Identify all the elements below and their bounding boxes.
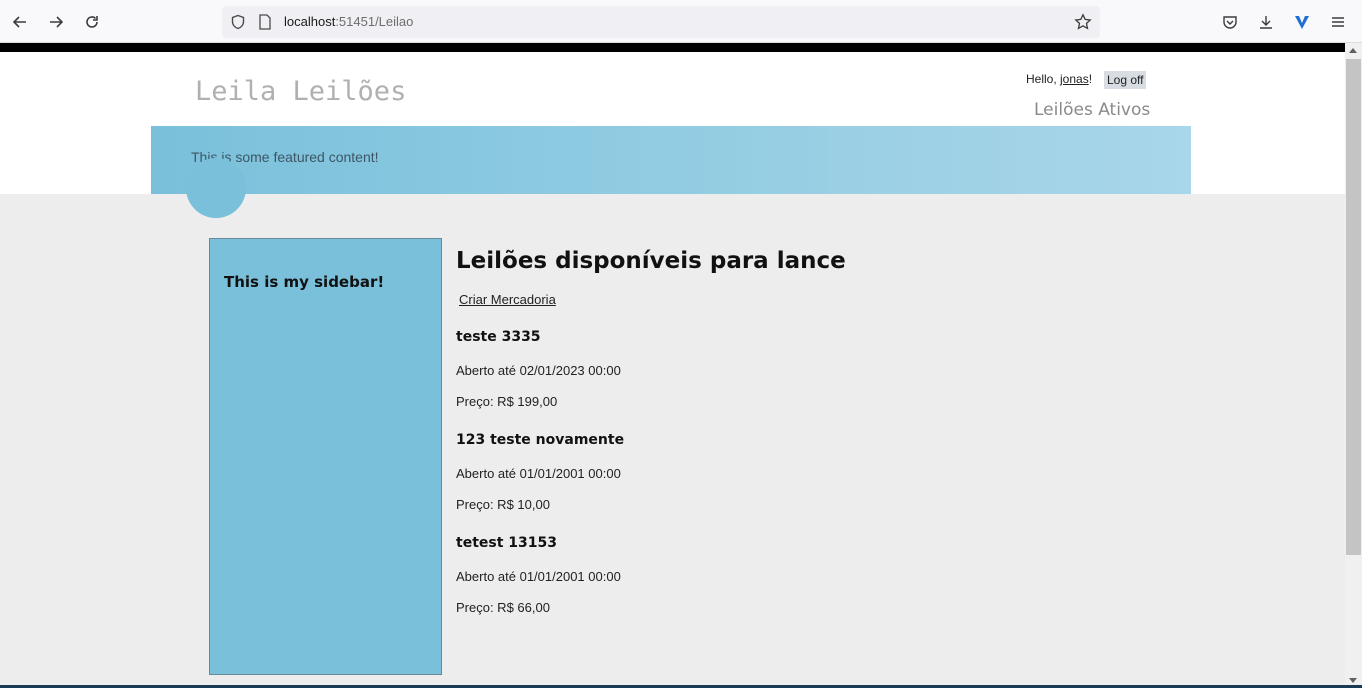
pocket-icon[interactable] bbox=[1219, 11, 1241, 33]
auction-item-date: Aberto até 02/01/2023 00:00 bbox=[456, 363, 621, 378]
logoff-button[interactable]: Log off bbox=[1104, 71, 1147, 89]
bookmark-star-icon[interactable] bbox=[1074, 13, 1092, 35]
login-greeting: Hello, jonas! bbox=[1026, 72, 1092, 86]
url-host: localhost bbox=[284, 14, 336, 29]
sidebar-title: This is my sidebar! bbox=[224, 273, 385, 291]
auction-item-date: Aberto até 01/01/2001 00:00 bbox=[456, 466, 621, 481]
auction-item-title[interactable]: tetest 13153 bbox=[456, 535, 557, 551]
menu-icon[interactable] bbox=[1327, 11, 1349, 33]
hello-prefix: Hello, bbox=[1026, 72, 1061, 86]
auction-item-price: Preço: R$ 66,00 bbox=[456, 600, 550, 615]
scroll-up-icon[interactable] bbox=[1349, 48, 1357, 53]
nav-item-leiloes-ativos[interactable]: Leilões Ativos bbox=[1034, 100, 1150, 120]
back-icon[interactable] bbox=[9, 11, 31, 33]
site-title[interactable]: Leila Leilões bbox=[195, 76, 406, 107]
sidebar: This is my sidebar! bbox=[209, 238, 442, 675]
extension-icon[interactable] bbox=[1291, 11, 1313, 33]
auction-item-title[interactable]: 123 teste novamente bbox=[456, 432, 624, 448]
shield-icon[interactable] bbox=[230, 14, 246, 34]
scroll-down-icon[interactable] bbox=[1349, 678, 1357, 683]
featured-banner: This is some featured content! bbox=[151, 126, 1191, 194]
auction-item-price: Preço: R$ 199,00 bbox=[456, 394, 558, 409]
hello-suffix: ! bbox=[1088, 72, 1093, 86]
download-icon[interactable] bbox=[1255, 11, 1277, 33]
browser-toolbar: localhost:51451/Leilao bbox=[0, 0, 1362, 43]
page-title: Leilões disponíveis para lance bbox=[456, 248, 846, 274]
page-scrollbar[interactable] bbox=[1345, 43, 1362, 688]
create-item-link[interactable]: Criar Mercadoria bbox=[459, 292, 556, 307]
url-text[interactable]: localhost:51451/Leilao bbox=[284, 14, 413, 29]
forward-icon[interactable] bbox=[45, 11, 67, 33]
url-bar[interactable]: localhost:51451/Leilao bbox=[222, 6, 1100, 38]
auction-item-price: Preço: R$ 10,00 bbox=[456, 497, 550, 512]
decorative-bubble bbox=[186, 158, 246, 218]
auction-item-title[interactable]: teste 3335 bbox=[456, 329, 541, 345]
reload-icon[interactable] bbox=[81, 11, 103, 33]
scrollbar-thumb[interactable] bbox=[1346, 59, 1361, 555]
url-path: :51451/Leilao bbox=[335, 14, 414, 29]
top-black-strip bbox=[0, 43, 1362, 52]
auction-item-date: Aberto até 01/01/2001 00:00 bbox=[456, 569, 621, 584]
page-icon[interactable] bbox=[258, 14, 272, 34]
username-link[interactable]: jonas bbox=[1060, 72, 1089, 86]
